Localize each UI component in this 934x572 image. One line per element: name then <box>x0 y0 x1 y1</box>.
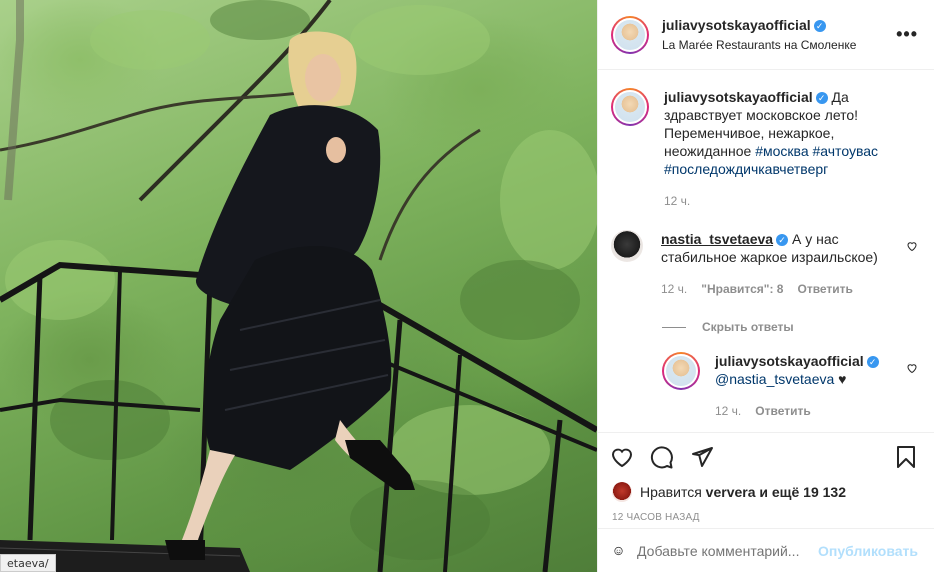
add-comment-bar: Опубликовать <box>598 528 934 572</box>
likes-count[interactable]: и ещё 19 132 <box>759 484 846 500</box>
hashtag[interactable]: #ачтоувас <box>813 143 879 159</box>
caption-meta: 12 ч. <box>664 192 896 210</box>
caption-avatar[interactable] <box>611 88 649 126</box>
likes-prefix: Нравится <box>640 484 702 500</box>
reply-reply-button[interactable]: Ответить <box>755 402 810 420</box>
photo-illustration <box>0 0 597 572</box>
comment: nastia_tsvetaeva ✓ А у нас стабильное жар… <box>611 230 918 298</box>
post-actions <box>598 432 934 480</box>
reply-username[interactable]: juliavysotskayaofficial <box>715 353 864 369</box>
comment-time[interactable]: 12 ч. <box>661 280 687 298</box>
post-sidebar: juliavysotskayaofficial ✓ La Marée Restau… <box>597 0 934 572</box>
caption: juliavysotskayaofficial ✓ Да здравствует … <box>611 88 918 210</box>
comments-list: juliavysotskayaofficial ✓ Да здравствует … <box>598 70 934 432</box>
heart-emoji: ♥ <box>838 371 847 387</box>
reply: juliavysotskayaofficial ✓ @nastia_tsvetae… <box>662 352 918 420</box>
comment-bubble-icon[interactable] <box>650 445 674 469</box>
comment-body: nastia_tsvetaeva ✓ А у нас стабильное жар… <box>661 230 918 298</box>
post-header: juliavysotskayaofficial ✓ La Marée Restau… <box>598 0 934 70</box>
header-text: juliavysotskayaofficial ✓ La Marée Restau… <box>662 17 896 52</box>
author-avatar[interactable] <box>611 15 649 54</box>
commenter-avatar[interactable] <box>611 230 643 262</box>
publish-button[interactable]: Опубликовать <box>818 543 918 559</box>
emoji-smile-icon[interactable] <box>614 539 623 563</box>
verified-badge-icon: ✓ <box>866 356 879 368</box>
reply-time[interactable]: 12 ч. <box>715 402 741 420</box>
post-date[interactable]: 12 ЧАСОВ НАЗАД <box>598 504 934 528</box>
verified-badge-icon: ✓ <box>815 92 828 104</box>
post-location[interactable]: La Marée Restaurants на Смоленке <box>662 38 896 52</box>
reply-meta: 12 ч. Ответить <box>715 402 896 420</box>
commenter-username[interactable]: nastia_tsvetaeva <box>661 231 773 247</box>
comment-input[interactable] <box>637 542 819 559</box>
liker-avatar[interactable] <box>612 482 632 502</box>
caption-body: juliavysotskayaofficial ✓ Да здравствует … <box>664 88 918 210</box>
hashtag[interactable]: #последождичкавчетверг <box>664 161 828 177</box>
hide-replies-label: Скрыть ответы <box>702 320 794 334</box>
more-icon[interactable]: ••• <box>896 24 918 45</box>
caption-time[interactable]: 12 ч. <box>664 192 690 210</box>
post-photo[interactable]: etaeva/ <box>0 0 597 572</box>
verified-badge-icon: ✓ <box>776 234 789 246</box>
post: etaeva/ juliavysotskayaofficial ✓ La Maré… <box>0 0 934 572</box>
hide-replies-button[interactable]: Скрыть ответы <box>662 320 918 334</box>
share-send-icon[interactable] <box>690 445 714 469</box>
reply-avatar[interactable] <box>662 352 700 390</box>
author-username[interactable]: juliavysotskayaofficial <box>662 17 811 33</box>
replies-divider <box>662 326 686 328</box>
caption-username[interactable]: juliavysotskayaofficial <box>664 89 813 105</box>
comment-likes[interactable]: "Нравится": 8 <box>701 280 783 298</box>
reply-mention[interactable]: @nastia_tsvetaeva <box>715 371 834 387</box>
verified-badge-icon: ✓ <box>813 20 826 32</box>
liker-username[interactable]: ververa <box>706 484 756 500</box>
like-comment-heart-icon[interactable] <box>906 240 918 252</box>
comment-reply-button[interactable]: Ответить <box>797 280 852 298</box>
url-tooltip: etaeva/ <box>0 554 56 572</box>
reply-body: juliavysotskayaofficial ✓ @nastia_tsvetae… <box>715 352 918 420</box>
hashtag[interactable]: #москва <box>755 143 808 159</box>
likes-summary: Нравится ververa и ещё 19 132 <box>598 480 934 504</box>
like-reply-heart-icon[interactable] <box>906 362 918 374</box>
bookmark-icon[interactable] <box>894 445 918 469</box>
like-heart-icon[interactable] <box>610 445 634 469</box>
comment-meta: 12 ч. "Нравится": 8 Ответить <box>661 280 896 298</box>
